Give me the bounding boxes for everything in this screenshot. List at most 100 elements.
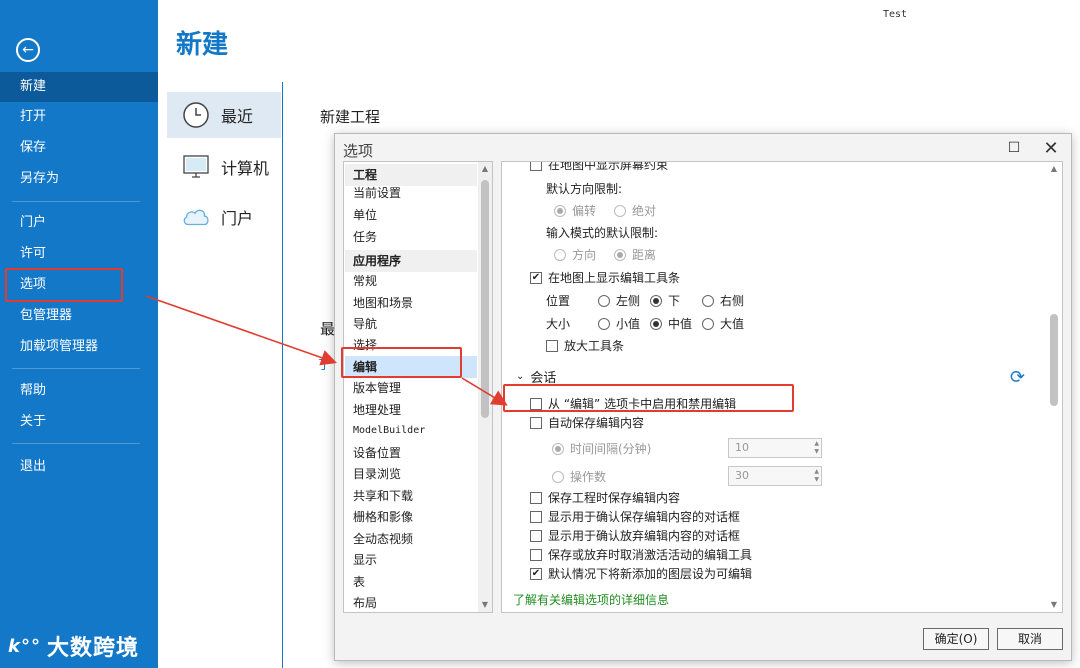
radio-direction[interactable]: 方向 [554,246,596,263]
reset-icon[interactable]: ⟳ [1010,367,1025,388]
radio[interactable] [614,204,626,217]
category-item[interactable]: 显示 [345,549,477,571]
nav-item-open[interactable]: 打开 [0,102,158,132]
enlarge-toolbar-row[interactable]: 放大工具条 [546,337,624,354]
highlight-box-enable-disable [503,384,794,412]
close-icon[interactable]: ✕ [1041,138,1061,159]
learn-more-link[interactable]: 了解有关编辑选项的详细信息 [513,591,669,608]
radio-medium[interactable]: 中值 [650,315,692,332]
radio-distance[interactable]: 距离 [614,246,656,263]
category-item[interactable]: ModelBuilder [345,420,477,442]
nav-item-help[interactable]: 帮助 [0,376,158,406]
radio-left[interactable]: 左侧 [598,292,640,309]
nav-item-new[interactable]: 新建 [0,72,158,102]
category-item[interactable]: 共享和下载 [345,485,477,507]
nav-item-save-as[interactable]: 另存为 [0,164,158,194]
nav-item-exit[interactable]: 退出 [0,452,158,482]
category-item[interactable]: 表 [345,571,477,593]
category-item[interactable]: 全动态视频 [345,528,477,550]
show-constraints-row[interactable]: 在地图中显示屏幕约束 [530,161,669,173]
new-layers-editable-row[interactable]: ✔ 默认情况下将新添加的图层设为可编辑 [530,565,752,582]
spin-arrows-icon[interactable]: ▲ ▼ [814,440,819,456]
radio-time-interval[interactable]: 时间间隔(分钟) [552,440,651,457]
radio[interactable] [554,248,566,261]
nav-item-portal[interactable]: 门户 [0,208,158,238]
category-item[interactable]: 任务 [345,226,477,248]
category-item[interactable]: 当前设置 [345,182,477,204]
radio-small[interactable]: 小值 [598,315,640,332]
maximize-icon[interactable]: ☐ [1005,140,1023,158]
option-label: 保存工程时保存编辑内容 [548,491,681,505]
checkbox-checked[interactable]: ✔ [530,271,542,284]
deactivate-tool-row[interactable]: 保存或放弃时取消激活活动的编辑工具 [530,546,752,563]
ok-button[interactable]: 确定(O) [923,628,989,650]
radio-bottom[interactable]: 下 [650,292,680,309]
nav-item-save[interactable]: 保存 [0,133,158,163]
nav-item-about[interactable]: 关于 [0,407,158,437]
autosave-row[interactable]: 自动保存编辑内容 [530,414,644,431]
checkbox[interactable] [530,416,542,429]
scrollbar-thumb[interactable] [1050,314,1058,406]
category-item[interactable]: 布局 [345,592,477,612]
nav-item-license[interactable]: 许可 [0,239,158,269]
location-computer[interactable]: 计算机 [167,144,281,190]
category-item[interactable]: 地理处理 [345,399,477,421]
radio[interactable] [552,470,564,483]
radio[interactable] [598,317,610,330]
radio[interactable] [702,317,714,330]
category-item[interactable]: 地图和场景 [345,292,477,314]
radio[interactable] [552,442,564,455]
scroll-up-icon[interactable]: ▲ [1047,162,1061,176]
save-on-project-save-row[interactable]: 保存工程时保存编辑内容 [530,489,680,506]
radio-operations[interactable]: 操作数 [552,468,606,485]
page-title: 新建 [176,30,229,60]
scroll-down-icon[interactable]: ▼ [1047,598,1061,612]
category-item[interactable]: 常规 [345,270,477,292]
scroll-up-icon[interactable]: ▲ [478,162,492,176]
location-portal[interactable]: 门户 [167,194,281,240]
panel-scrollbar[interactable]: ▲ ▼ [1046,162,1062,612]
category-item[interactable]: 目录浏览 [345,463,477,485]
checkbox[interactable] [530,491,542,504]
radio-deflection[interactable]: 偏转 [554,202,596,219]
checkbox[interactable] [546,339,558,352]
scroll-down-icon[interactable]: ▼ [478,598,492,612]
category-item[interactable]: 导航 [345,313,477,335]
radio-right[interactable]: 右侧 [702,292,744,309]
option-label: 方向 [572,248,597,262]
back-arrow-icon[interactable]: ← [16,38,40,62]
checkbox-checked[interactable]: ✔ [530,567,542,580]
category-item[interactable]: 栅格和影像 [345,506,477,528]
radio-absolute[interactable]: 绝对 [614,202,656,219]
operations-input[interactable]: 30 ▲ ▼ [728,466,822,486]
category-item[interactable]: 设备位置 [345,442,477,464]
location-recent[interactable]: 最近 [167,92,281,138]
radio[interactable] [702,294,714,307]
show-toolbar-row[interactable]: ✔ 在地图上显示编辑工具条 [530,269,680,286]
radio[interactable] [650,294,662,307]
spin-arrows-icon[interactable]: ▲ ▼ [814,468,819,484]
checkbox[interactable] [530,510,542,523]
time-interval-input[interactable]: 10 ▲ ▼ [728,438,822,458]
nav-item-package-manager[interactable]: 包管理器 [0,301,158,331]
checkbox[interactable] [530,548,542,561]
cancel-button[interactable]: 取消 [997,628,1063,650]
radio[interactable] [614,248,626,261]
radio[interactable] [554,204,566,217]
option-label: 在地图中显示屏幕约束 [548,161,669,172]
category-item[interactable]: 单位 [345,204,477,226]
nav-item-addin-manager[interactable]: 加载项管理器 [0,332,158,362]
category-item[interactable]: 版本管理 [345,377,477,399]
learn-link-partial[interactable]: 了 [318,354,331,373]
checkbox[interactable] [530,162,542,171]
watermark-logo-icon: k°° [8,635,41,657]
radio[interactable] [598,294,610,307]
scrollbar-thumb[interactable] [481,180,489,418]
radio[interactable] [650,317,662,330]
backstage-nav: ← 新建 打开 保存 另存为 门户 许可 选项 包管理器 加载项管理器 帮助 关… [0,0,158,668]
confirm-discard-row[interactable]: 显示用于确认放弃编辑内容的对话框 [530,527,740,544]
radio-large[interactable]: 大值 [702,315,744,332]
category-scrollbar[interactable]: ▲ ▼ [478,162,492,612]
checkbox[interactable] [530,529,542,542]
confirm-save-row[interactable]: 显示用于确认保存编辑内容的对话框 [530,508,740,525]
